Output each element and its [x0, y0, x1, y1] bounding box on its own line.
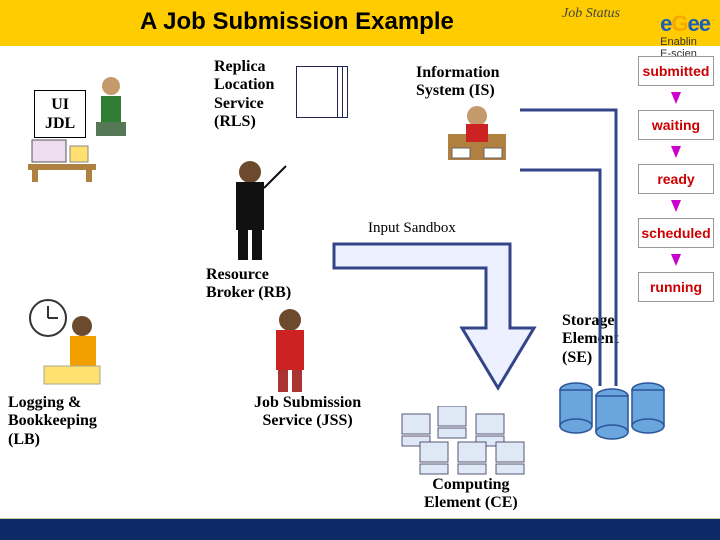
input-sandbox-label: Input Sandbox [368, 220, 456, 237]
status-scheduled: scheduled [638, 218, 714, 248]
computer-desk-icon [28, 136, 96, 182]
job-status-header: Job Status [562, 6, 620, 22]
rls-label: Replica Location Service (RLS) [214, 58, 274, 132]
ui-jdl-box: UI JDL [34, 90, 86, 138]
jss-label: Job Submission Service (JSS) [254, 394, 361, 431]
storage-cylinders-icon [556, 374, 666, 446]
status-column: submitted waiting ready scheduled runnin… [638, 56, 714, 302]
resource-broker-icon [254, 304, 326, 394]
arrow-down-icon [671, 200, 681, 212]
ui-box-line1: UI [45, 95, 75, 114]
documents-icon [296, 66, 346, 126]
information-system-icon [442, 100, 512, 166]
person-at-desk-icon [86, 72, 136, 142]
logo-tagline-1: Enablin [660, 36, 710, 48]
conductor-icon [208, 152, 288, 264]
arrow-down-icon [671, 146, 681, 158]
status-submitted: submitted [638, 56, 714, 86]
footer-bar [0, 518, 720, 540]
bookkeeping-icon [24, 296, 110, 388]
lb-label: Logging & Bookkeeping (LB) [8, 394, 97, 449]
is-label: Information System (IS) [416, 64, 500, 101]
se-label: Storage Element (SE) [562, 312, 619, 367]
egee-logo: eGee Enablin E-scien [660, 12, 710, 60]
status-waiting: waiting [638, 110, 714, 140]
arrow-down-icon [671, 92, 681, 104]
big-flow-arrow-icon [330, 238, 554, 406]
status-ready: ready [638, 164, 714, 194]
status-running: running [638, 272, 714, 302]
rb-label: Resource Broker (RB) [206, 266, 291, 303]
arrow-down-icon [671, 254, 681, 266]
ce-label: Computing Element (CE) [424, 476, 518, 513]
computing-element-icon [398, 406, 548, 476]
ui-box-line2: JDL [45, 114, 75, 133]
